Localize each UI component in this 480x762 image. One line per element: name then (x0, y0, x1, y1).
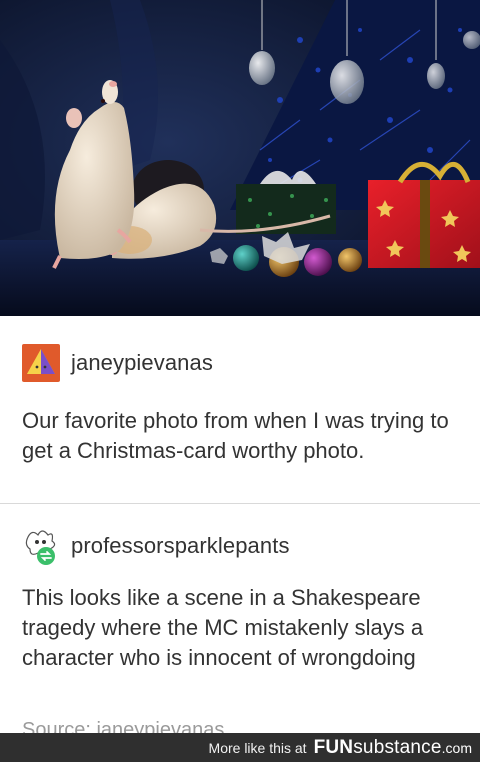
brand-bold: FUN (313, 736, 354, 758)
pyramid-avatar-icon[interactable] (22, 344, 60, 382)
original-post: janeypievanas Our favorite photo from wh… (0, 316, 480, 504)
reblog-username[interactable]: professorsparklepants (71, 533, 290, 559)
brand-domain: .com (441, 739, 472, 756)
post-username[interactable]: janeypievanas (71, 350, 213, 376)
christmas-rats-photo (0, 0, 480, 316)
reblog-post: professorsparklepants This looks like a … (0, 505, 480, 733)
brand-sub: substance (353, 736, 442, 758)
post-author-row: janeypievanas (22, 338, 458, 388)
brand-logo-text: FUNsubstance (314, 737, 442, 759)
reblog-author-row: professorsparklepants (22, 523, 458, 569)
post-body-text: Our favorite photo from when I was tryin… (22, 408, 449, 463)
watermark-banner: More like this at FUNsubstance .com (0, 733, 480, 762)
reblog-body-text: This looks like a scene in a Shakespeare… (22, 585, 424, 670)
post-photo[interactable] (0, 0, 480, 316)
reblog-badge-icon[interactable] (22, 527, 60, 565)
more-like-this-text: More like this at (208, 739, 307, 756)
source-link[interactable]: Source: janeypievanas (22, 719, 224, 733)
